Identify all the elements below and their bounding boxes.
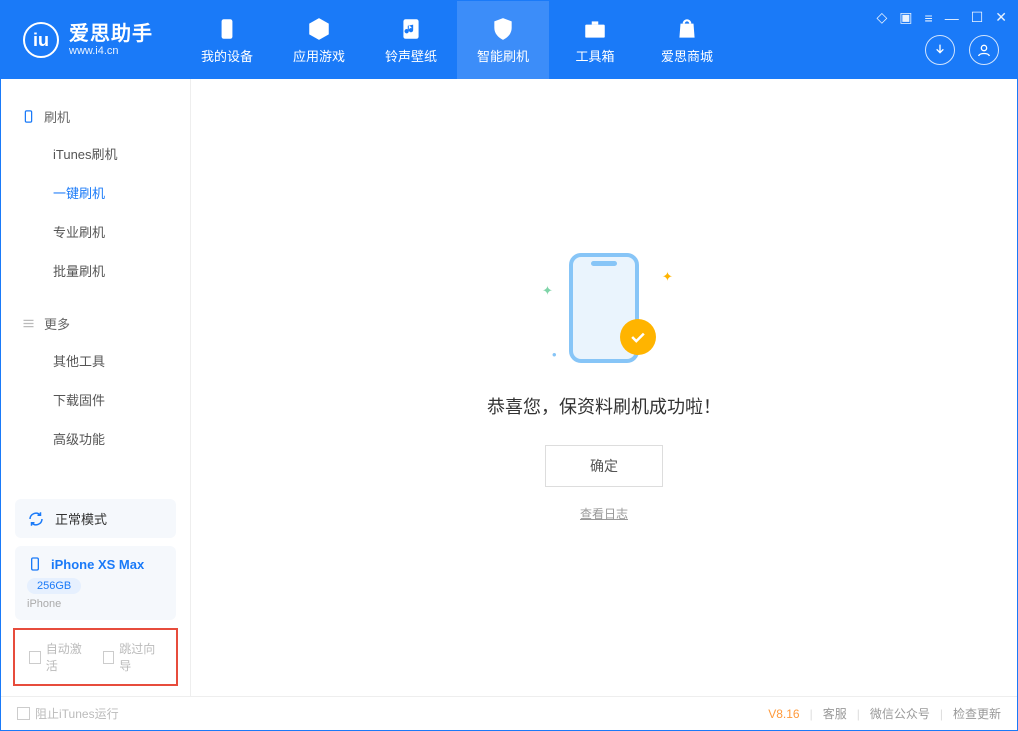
checkbox-block-itunes[interactable]: 阻止iTunes运行 [17, 705, 119, 722]
nav-label: 智能刷机 [477, 46, 529, 65]
music-note-icon [398, 16, 424, 42]
phone-outline-icon [21, 109, 36, 124]
nav-label: 爱思商城 [661, 46, 713, 65]
nav-label: 我的设备 [201, 46, 253, 65]
device-type: iPhone [27, 598, 164, 610]
sidebar-item-itunes-flash[interactable]: iTunes刷机 [1, 134, 190, 173]
sidebar-item-batch-flash[interactable]: 批量刷机 [1, 251, 190, 290]
app-window: iu 爱思助手 www.i4.cn 我的设备 应用游戏 铃声壁纸 智能刷机 [0, 0, 1018, 731]
checkbox-row-highlighted: 自动激活 跳过向导 [13, 628, 178, 686]
user-icon [976, 42, 992, 58]
list-icon [21, 316, 36, 331]
phone-small-icon [27, 556, 43, 572]
app-title: 爱思助手 [69, 23, 153, 45]
checkbox-label: 自动激活 [46, 640, 89, 674]
sparkle-icon: ✦ [542, 283, 550, 291]
checkbox-label: 跳过向导 [119, 640, 162, 674]
success-illustration: ✦ ✦ • [534, 253, 674, 373]
toolbox-icon [582, 16, 608, 42]
titlebar: iu 爱思助手 www.i4.cn 我的设备 应用游戏 铃声壁纸 智能刷机 [1, 1, 1017, 79]
maximize-button[interactable]: ☐ [971, 9, 984, 26]
separator: | [940, 707, 943, 721]
sparkle-icon: • [552, 347, 560, 355]
device-name: iPhone XS Max [51, 557, 144, 572]
separator: | [857, 707, 860, 721]
nav-label: 应用游戏 [293, 46, 345, 65]
status-link-support[interactable]: 客服 [823, 705, 847, 722]
nav-label: 工具箱 [575, 46, 614, 65]
shirt-icon[interactable]: ◇ [877, 9, 888, 26]
sidebar-heading-label: 刷机 [44, 107, 70, 126]
phone-notch-icon [591, 261, 617, 266]
sidebar-group-flash: 刷机 iTunes刷机 一键刷机 专业刷机 批量刷机 [1, 91, 190, 298]
separator: | [810, 707, 813, 721]
download-icon [932, 42, 948, 58]
nav-tab-my-device[interactable]: 我的设备 [181, 1, 273, 79]
status-link-check-update[interactable]: 检查更新 [953, 705, 1001, 722]
sidebar-heading-more: 更多 [1, 306, 190, 341]
nav-tabs: 我的设备 应用游戏 铃声壁纸 智能刷机 工具箱 爱思商城 [181, 1, 733, 79]
refresh-icon [27, 510, 45, 528]
cube-icon [306, 16, 332, 42]
device-mode-label: 正常模式 [55, 509, 107, 528]
success-message: 恭喜您，保资料刷机成功啦！ [487, 393, 721, 419]
nav-tab-smart-flash[interactable]: 智能刷机 [457, 1, 549, 79]
window-controls-top: ◇ ▣ ≡ — ☐ ✕ [877, 9, 1007, 26]
ok-button[interactable]: 确定 [545, 445, 663, 487]
status-left: 阻止iTunes运行 [17, 705, 119, 722]
sidebar-item-pro-flash[interactable]: 专业刷机 [1, 212, 190, 251]
sidebar-heading-label: 更多 [44, 314, 70, 333]
status-right: V8.16 | 客服 | 微信公众号 | 检查更新 [768, 705, 1001, 722]
menu-icon[interactable]: ≡ [925, 10, 933, 26]
checkmark-badge-icon [620, 319, 656, 355]
device-icon [214, 16, 240, 42]
nav-tab-toolbox[interactable]: 工具箱 [549, 1, 641, 79]
close-button[interactable]: ✕ [995, 9, 1007, 26]
sidebar-item-oneclick-flash[interactable]: 一键刷机 [1, 173, 190, 212]
checkbox-box-icon [29, 651, 41, 664]
sidebar-group-more: 更多 其他工具 下载固件 高级功能 [1, 298, 190, 466]
logo-text: 爱思助手 www.i4.cn [69, 23, 153, 57]
nav-tab-store[interactable]: 爱思商城 [641, 1, 733, 79]
view-log-link[interactable]: 查看日志 [580, 505, 628, 522]
checkbox-auto-activate[interactable]: 自动激活 [29, 640, 89, 674]
nav-tab-ringtone-wallpaper[interactable]: 铃声壁纸 [365, 1, 457, 79]
version-label: V8.16 [768, 707, 799, 721]
account-button[interactable] [969, 35, 999, 65]
device-mode-card[interactable]: 正常模式 [15, 499, 176, 538]
device-storage-badge: 256GB [27, 578, 81, 594]
device-info-card[interactable]: iPhone XS Max 256GB iPhone [15, 546, 176, 620]
bag-icon [674, 16, 700, 42]
sidebar-item-download-firmware[interactable]: 下载固件 [1, 380, 190, 419]
nav-tab-apps-games[interactable]: 应用游戏 [273, 1, 365, 79]
app-logo-icon: iu [23, 22, 59, 58]
checkbox-label: 阻止iTunes运行 [35, 705, 119, 722]
checkbox-box-icon [17, 707, 30, 720]
sidebar-item-advanced[interactable]: 高级功能 [1, 419, 190, 458]
checkbox-skip-guide[interactable]: 跳过向导 [103, 640, 163, 674]
minimize-button[interactable]: — [945, 10, 959, 26]
shield-refresh-icon [490, 16, 516, 42]
sidebar: 刷机 iTunes刷机 一键刷机 专业刷机 批量刷机 更多 其他工具 下载固件 … [1, 79, 191, 696]
sidebar-heading-flash: 刷机 [1, 99, 190, 134]
sparkle-icon: ✦ [662, 269, 670, 277]
header-right-buttons [925, 35, 999, 65]
checkbox-box-icon [103, 651, 115, 664]
main-content: ✦ ✦ • 恭喜您，保资料刷机成功啦！ 确定 查看日志 [191, 79, 1017, 696]
note-icon[interactable]: ▣ [899, 9, 912, 26]
download-button[interactable] [925, 35, 955, 65]
app-subtitle: www.i4.cn [69, 45, 153, 57]
device-row: iPhone XS Max [27, 556, 164, 572]
status-link-wechat[interactable]: 微信公众号 [870, 705, 930, 722]
logo-area: iu 爱思助手 www.i4.cn [1, 1, 171, 79]
sidebar-item-other-tools[interactable]: 其他工具 [1, 341, 190, 380]
nav-label: 铃声壁纸 [385, 46, 437, 65]
statusbar: 阻止iTunes运行 V8.16 | 客服 | 微信公众号 | 检查更新 [1, 696, 1017, 730]
sidebar-bottom: 正常模式 iPhone XS Max 256GB iPhone 自动激活 [1, 491, 190, 696]
body-area: 刷机 iTunes刷机 一键刷机 专业刷机 批量刷机 更多 其他工具 下载固件 … [1, 79, 1017, 696]
